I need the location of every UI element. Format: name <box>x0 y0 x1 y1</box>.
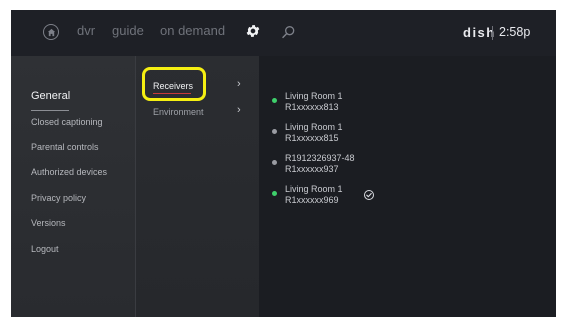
receiver-name: Living Room 1 <box>285 91 343 101</box>
menu-item-logout[interactable]: Logout <box>31 244 59 254</box>
receiver-id: R1xxxxxx937 <box>285 164 339 174</box>
status-offline-icon <box>272 129 277 134</box>
header-divider <box>492 26 493 40</box>
menu-item-closed-captioning[interactable]: Closed captioning <box>31 117 103 127</box>
check-circle-icon <box>364 190 374 200</box>
menu-item-parental-controls[interactable]: Parental controls <box>31 142 99 152</box>
chevron-right-icon: › <box>237 78 241 90</box>
receiver-list: Living Room 1 R1xxxxxx813 Living Room 1 … <box>259 56 556 317</box>
receiver-name: Living Room 1 <box>285 122 343 132</box>
status-online-icon <box>272 191 277 196</box>
top-navigation-bar: dvr guide on demand dish 2:58p <box>11 10 556 56</box>
chevron-right-icon: › <box>237 104 241 116</box>
tv-screen: dvr guide on demand dish 2:58p General C… <box>11 10 556 317</box>
submenu-item-receivers[interactable]: Receivers <box>153 81 193 91</box>
status-online-icon <box>272 98 277 103</box>
menu-item-authorized-devices[interactable]: Authorized devices <box>31 167 107 177</box>
receiver-id: R1xxxxxx813 <box>285 102 339 112</box>
receiver-id: R1xxxxxx815 <box>285 133 339 143</box>
home-icon[interactable] <box>43 24 59 40</box>
receiver-id: R1xxxxxx969 <box>285 195 339 205</box>
menu-item-general[interactable]: General <box>31 90 70 102</box>
menu-item-privacy-policy[interactable]: Privacy policy <box>31 193 86 203</box>
gear-icon[interactable] <box>245 23 261 39</box>
nav-on-demand[interactable]: on demand <box>160 23 225 38</box>
receiver-name: R1912326937-48 <box>285 153 355 163</box>
receivers-underline <box>153 93 191 94</box>
nav-guide[interactable]: guide <box>112 23 144 38</box>
search-icon[interactable] <box>281 24 297 40</box>
clock: 2:58p <box>499 25 531 39</box>
menu-item-versions[interactable]: Versions <box>31 218 66 228</box>
submenu-item-environment[interactable]: Environment <box>153 107 204 117</box>
active-indicator <box>31 110 69 111</box>
settings-menu-panel: General Closed captioning Parental contr… <box>11 56 135 317</box>
status-offline-icon <box>272 160 277 165</box>
general-submenu-panel: Receivers › Environment › <box>135 56 259 317</box>
receiver-name: Living Room 1 <box>285 184 343 194</box>
nav-dvr[interactable]: dvr <box>77 23 95 38</box>
dish-logo: dish <box>463 25 496 40</box>
